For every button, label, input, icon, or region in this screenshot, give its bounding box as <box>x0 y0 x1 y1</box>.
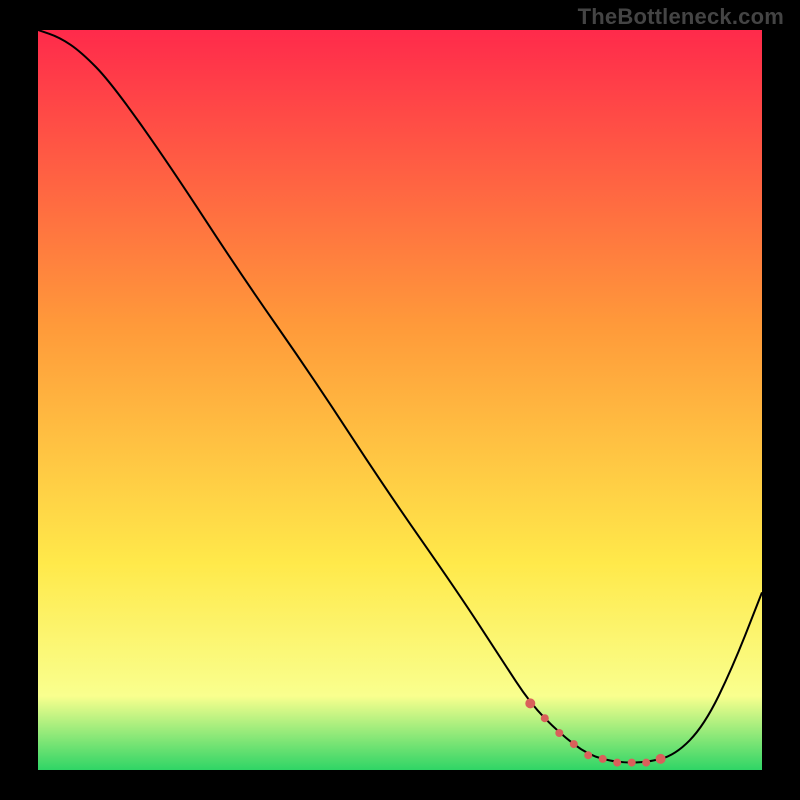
chart-svg <box>38 30 762 770</box>
min-dot <box>584 751 592 759</box>
min-dot <box>525 698 535 708</box>
chart-frame: TheBottleneck.com <box>0 0 800 800</box>
min-dot <box>656 754 666 764</box>
min-dot <box>642 759 650 767</box>
min-dot <box>599 755 607 763</box>
watermark-label: TheBottleneck.com <box>578 4 784 30</box>
min-dot <box>613 759 621 767</box>
gradient-background <box>38 30 762 770</box>
plot-area <box>38 30 762 770</box>
min-dot <box>555 729 563 737</box>
min-dot <box>570 740 578 748</box>
min-dot <box>541 714 549 722</box>
min-dot <box>628 759 636 767</box>
